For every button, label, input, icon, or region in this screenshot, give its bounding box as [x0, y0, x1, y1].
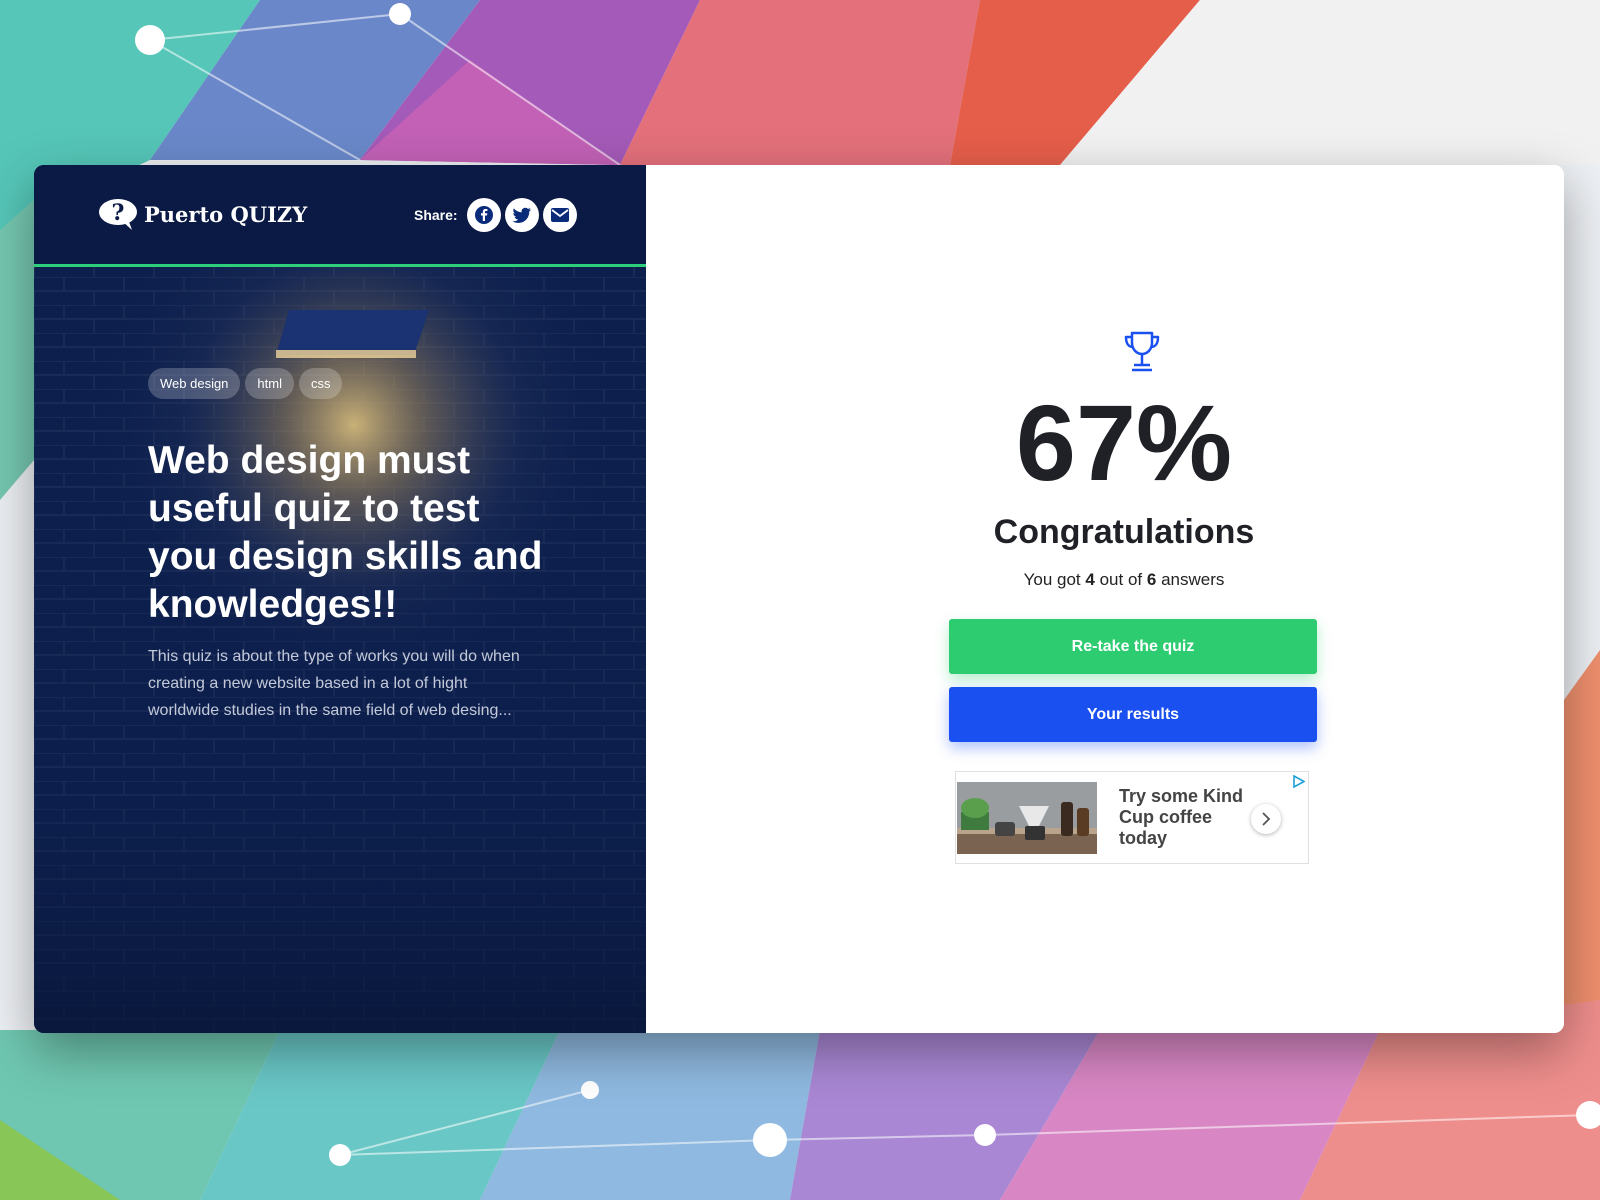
adchoices-icon[interactable]	[1292, 775, 1305, 788]
ad-coffee-image	[957, 782, 1097, 854]
congratulations-heading: Congratulations	[993, 513, 1255, 551]
question-bubble-icon: ?	[99, 199, 137, 230]
share-bar: Share:	[414, 198, 577, 232]
facebook-icon	[474, 206, 493, 224]
quiz-title: Web design must useful quiz to test you …	[148, 439, 543, 626]
quiz-info-panel: ? Puerto QUIZY Share: Web design html cs…	[34, 165, 646, 1033]
summary-suffix: answers	[1161, 570, 1225, 589]
trophy-icon	[1124, 331, 1160, 372]
svg-text:?: ?	[112, 200, 125, 226]
ad-text[interactable]: Try some Kind Cup coffee today	[1119, 786, 1249, 849]
tag-web-design[interactable]: Web design	[148, 368, 241, 399]
score-summary: You got 4 out of 6 answers	[646, 570, 1564, 590]
tag-css[interactable]: css	[298, 368, 343, 399]
correct-count: 4	[1085, 570, 1095, 589]
envelope-icon	[550, 208, 569, 222]
twitter-icon	[512, 207, 531, 223]
logo-text: Puerto QUIZY	[144, 201, 308, 227]
tag-html[interactable]: html	[245, 368, 294, 399]
ad-next-button[interactable]	[1251, 804, 1281, 834]
summary-middle: out of	[1099, 570, 1143, 589]
chevron-right-icon	[1262, 812, 1271, 826]
tag-list: Web design html css	[148, 368, 347, 399]
share-email-button[interactable]	[542, 198, 577, 232]
share-facebook-button[interactable]	[466, 198, 501, 232]
summary-prefix: You got	[1023, 570, 1081, 589]
quiz-description: This quiz is about the type of works you…	[148, 648, 520, 719]
total-count: 6	[1146, 570, 1157, 589]
retake-quiz-button[interactable]: Re-take the quiz	[949, 619, 1317, 674]
logo[interactable]: ? Puerto QUIZY	[98, 197, 307, 231]
your-results-button[interactable]: Your results	[949, 687, 1317, 742]
header-divider	[34, 264, 646, 267]
quiz-header: ? Puerto QUIZY Share:	[34, 165, 646, 264]
quiz-card: ? Puerto QUIZY Share: Web design html cs…	[34, 165, 1564, 1033]
share-label: Share:	[414, 207, 458, 223]
result-panel: 67% Congratulations You got 4 out of 6 a…	[646, 165, 1564, 1033]
score-percentage: 67%	[1015, 382, 1233, 503]
advertisement[interactable]: Try some Kind Cup coffee today	[955, 771, 1309, 864]
share-twitter-button[interactable]	[504, 198, 539, 232]
